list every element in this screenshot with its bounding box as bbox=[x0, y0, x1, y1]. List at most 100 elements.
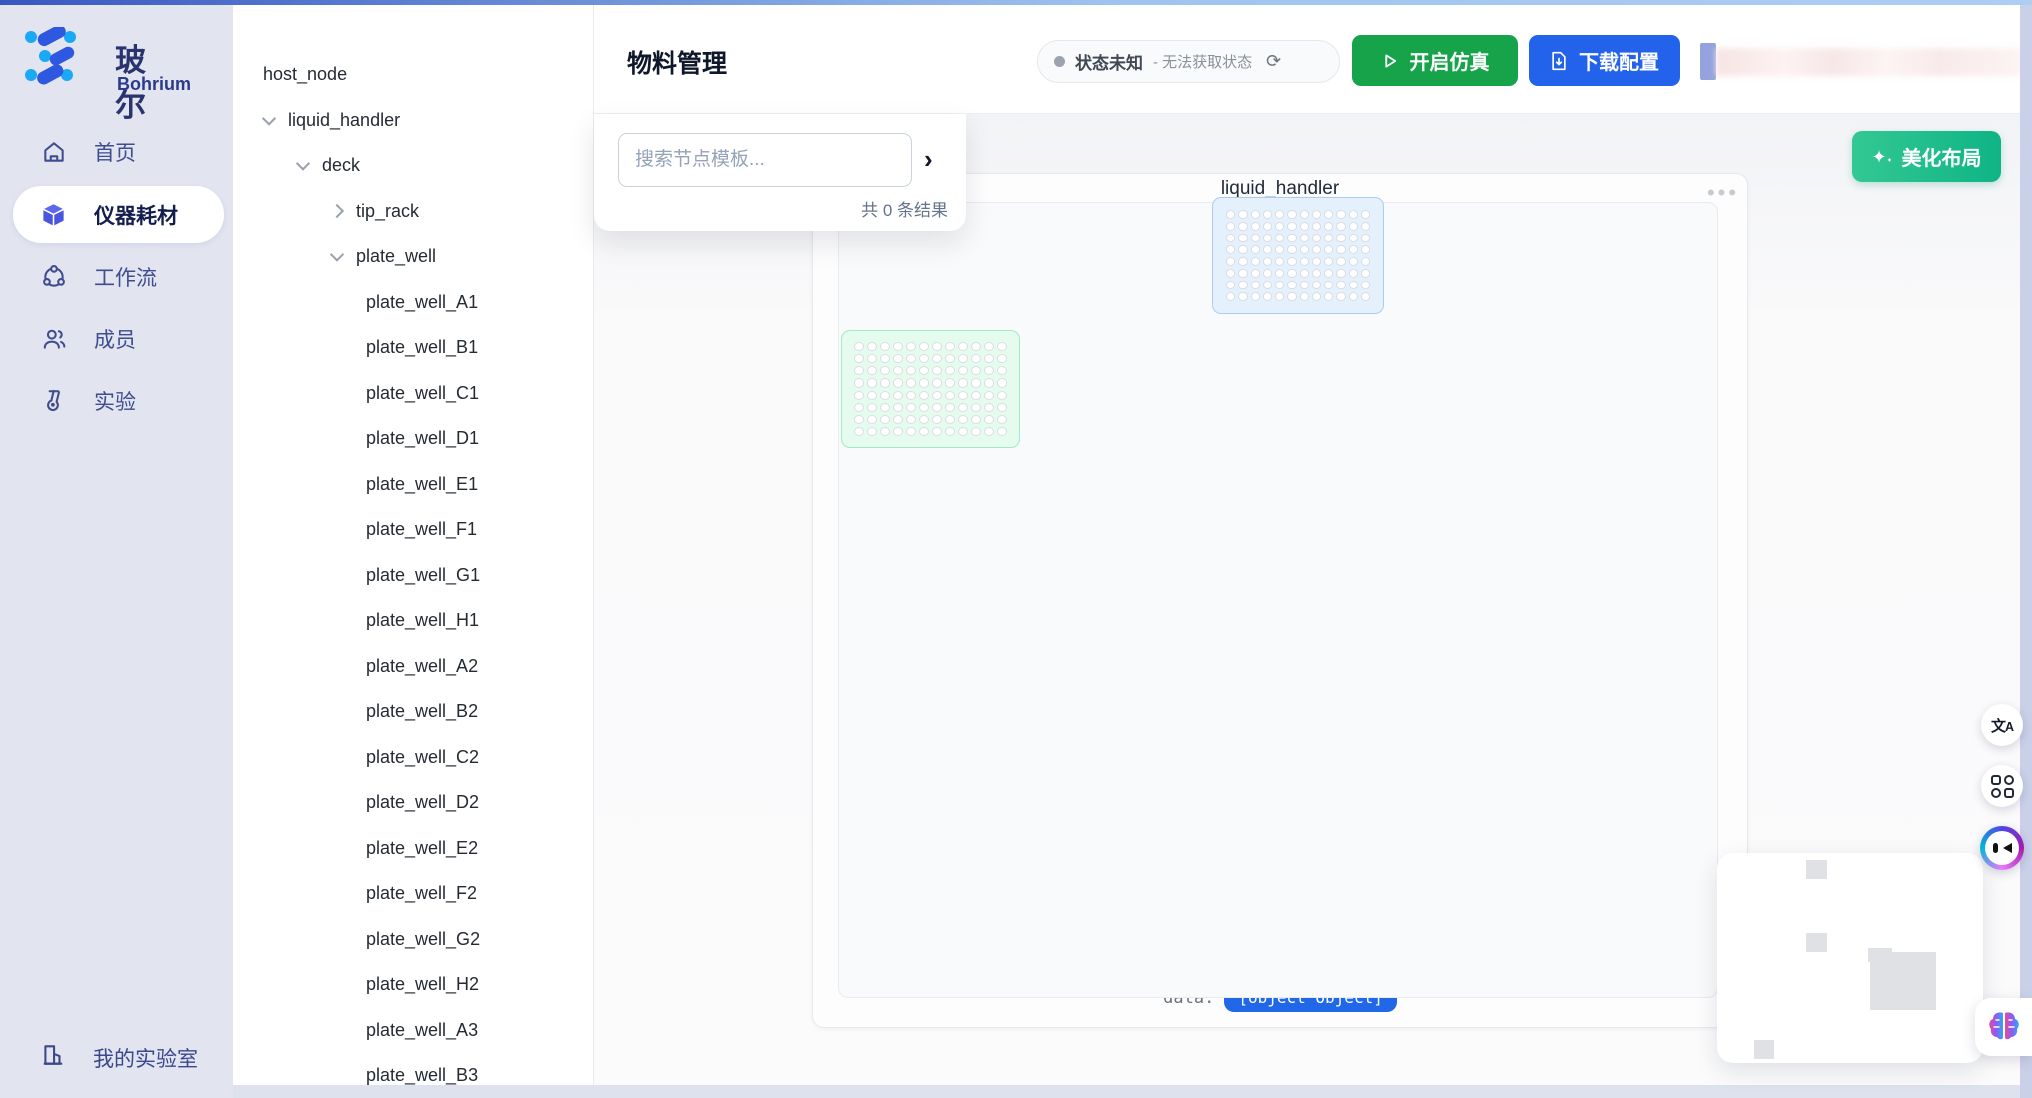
well-dot bbox=[1312, 281, 1321, 290]
well-dot bbox=[958, 354, 968, 363]
collapse-chevron-icon[interactable]: › bbox=[924, 144, 933, 175]
tree-node-plate_well_A3[interactable]: plate_well_A3 bbox=[233, 1008, 593, 1052]
deck-area[interactable] bbox=[838, 202, 1718, 998]
download-config-button[interactable]: 下载配置 bbox=[1529, 35, 1680, 86]
well-dot bbox=[1226, 234, 1235, 243]
well-dot bbox=[984, 427, 994, 436]
well-dot bbox=[958, 391, 968, 400]
status-badge[interactable]: 状态未知 - 无法获取状态 ⟳ bbox=[1037, 40, 1340, 83]
redacted-user-area bbox=[1700, 43, 2026, 80]
well-dot bbox=[945, 342, 955, 351]
minimap[interactable] bbox=[1717, 853, 1983, 1063]
tree-node-plate_well_B3[interactable]: plate_well_B3 bbox=[233, 1053, 593, 1085]
well-dot bbox=[906, 427, 916, 436]
well-dot bbox=[971, 378, 981, 387]
sidebar-item-experiment[interactable]: 实验 bbox=[0, 372, 233, 429]
tree-node-plate_well_A2[interactable]: plate_well_A2 bbox=[233, 644, 593, 688]
redacted-blurred-text bbox=[1716, 48, 2026, 76]
sidebar-item-members[interactable]: 成员 bbox=[0, 310, 233, 367]
well-dot bbox=[1287, 292, 1296, 301]
brand-logo[interactable]: 玻尔 Bohrium bbox=[23, 27, 79, 85]
well-dot bbox=[919, 354, 929, 363]
search-input[interactable] bbox=[618, 133, 912, 187]
well-dot bbox=[997, 366, 1007, 375]
tree-node-plate_well_C1[interactable]: plate_well_C1 bbox=[233, 371, 593, 415]
tree-node-plate_well_E2[interactable]: plate_well_E2 bbox=[233, 826, 593, 870]
page-scrollbar[interactable] bbox=[2020, 5, 2032, 1098]
well-dot bbox=[854, 378, 864, 387]
apps-button[interactable] bbox=[1981, 765, 2023, 807]
well-dot bbox=[893, 378, 903, 387]
tree-node-deck[interactable]: deck bbox=[233, 143, 593, 187]
redacted-accent-bar bbox=[1700, 43, 1716, 80]
well-dot bbox=[1324, 210, 1333, 219]
well-dot bbox=[1238, 234, 1247, 243]
tree-node-plate_well_D2[interactable]: plate_well_D2 bbox=[233, 780, 593, 824]
tree-node-plate_well_H2[interactable]: plate_well_H2 bbox=[233, 962, 593, 1006]
well-dot bbox=[867, 427, 877, 436]
sidebar-footer-label: 我的实验室 bbox=[93, 1043, 198, 1073]
well-plate[interactable] bbox=[841, 330, 1020, 448]
well-dot bbox=[1238, 269, 1247, 278]
well-dot bbox=[1238, 257, 1247, 266]
tree-node-plate_well_G2[interactable]: plate_well_G2 bbox=[233, 917, 593, 961]
well-dot bbox=[1263, 281, 1272, 290]
well-dot bbox=[880, 415, 890, 424]
tree-node-plate_well_A1[interactable]: plate_well_A1 bbox=[233, 280, 593, 324]
minimap-node-block bbox=[1806, 933, 1827, 952]
chevron-down-icon[interactable] bbox=[296, 157, 310, 171]
tree-node-plate_well_B2[interactable]: plate_well_B2 bbox=[233, 689, 593, 733]
tree-node-plate_well_F1[interactable]: plate_well_F1 bbox=[233, 507, 593, 551]
well-dot bbox=[1312, 245, 1321, 254]
sidebar-item-home[interactable]: 首页 bbox=[0, 123, 233, 180]
chevron-down-icon[interactable] bbox=[262, 111, 276, 125]
tree-node-plate_well_C2[interactable]: plate_well_C2 bbox=[233, 735, 593, 779]
translate-button[interactable]: 文A bbox=[1981, 704, 2023, 746]
refresh-icon[interactable]: ⟳ bbox=[1266, 51, 1281, 72]
well-dot bbox=[880, 403, 890, 412]
well-dot bbox=[1238, 281, 1247, 290]
tip-rack-plate[interactable] bbox=[1212, 197, 1384, 314]
well-dot bbox=[1349, 257, 1358, 266]
tree-node-plate_well_F2[interactable]: plate_well_F2 bbox=[233, 871, 593, 915]
start-simulation-button[interactable]: 开启仿真 bbox=[1352, 35, 1518, 86]
play-icon bbox=[1381, 52, 1399, 70]
node-menu-icon[interactable]: ••• bbox=[1700, 180, 1746, 206]
well-dot bbox=[932, 354, 942, 363]
chevron-right-icon[interactable] bbox=[330, 203, 344, 217]
sidebar-item-workflow[interactable]: 工作流 bbox=[0, 248, 233, 305]
well-dot bbox=[958, 342, 968, 351]
page-title: 物料管理 bbox=[627, 44, 727, 80]
well-dot bbox=[1324, 245, 1333, 254]
tree-node-label: plate_well_C2 bbox=[366, 735, 479, 779]
tree-node-plate_well_G1[interactable]: plate_well_G1 bbox=[233, 553, 593, 597]
well-dot bbox=[919, 415, 929, 424]
well-dot bbox=[1263, 292, 1272, 301]
tree-node-plate_well_B1[interactable]: plate_well_B1 bbox=[233, 325, 593, 369]
beautify-layout-button[interactable]: ✦˖ 美化布局 bbox=[1852, 131, 2001, 182]
tree-node-plate_well_D1[interactable]: plate_well_D1 bbox=[233, 416, 593, 460]
members-icon bbox=[40, 325, 67, 352]
tree-node-liquid_handler[interactable]: liquid_handler bbox=[233, 98, 593, 142]
tree-node-host_node[interactable]: host_node bbox=[233, 52, 593, 96]
sidebar-item-label: 首页 bbox=[94, 137, 136, 167]
well-dot bbox=[945, 354, 955, 363]
tree-node-plate_well_H1[interactable]: plate_well_H1 bbox=[233, 598, 593, 642]
chevron-down-icon[interactable] bbox=[330, 248, 344, 262]
well-dot bbox=[1226, 222, 1235, 231]
tree-node-tip_rack[interactable]: tip_rack bbox=[233, 189, 593, 233]
sidebar-item-my-lab[interactable]: 我的实验室 bbox=[0, 1029, 233, 1086]
well-dot bbox=[971, 342, 981, 351]
sidebar-item-instruments[interactable]: 仪器耗材 bbox=[13, 186, 224, 243]
tree-node-label: plate_well_A1 bbox=[366, 280, 478, 324]
ai-assistant-button[interactable] bbox=[1980, 826, 2024, 870]
well-dot bbox=[1324, 234, 1333, 243]
sidebar-item-label: 仪器耗材 bbox=[94, 200, 178, 230]
tree-node-plate_well[interactable]: plate_well bbox=[233, 234, 593, 278]
well-dot bbox=[1349, 245, 1358, 254]
ai-brain-button[interactable] bbox=[1975, 998, 2032, 1056]
tree-node-plate_well_E1[interactable]: plate_well_E1 bbox=[233, 462, 593, 506]
well-dot bbox=[880, 366, 890, 375]
translate-icon: 文A bbox=[1991, 715, 2013, 736]
well-dot bbox=[1312, 234, 1321, 243]
